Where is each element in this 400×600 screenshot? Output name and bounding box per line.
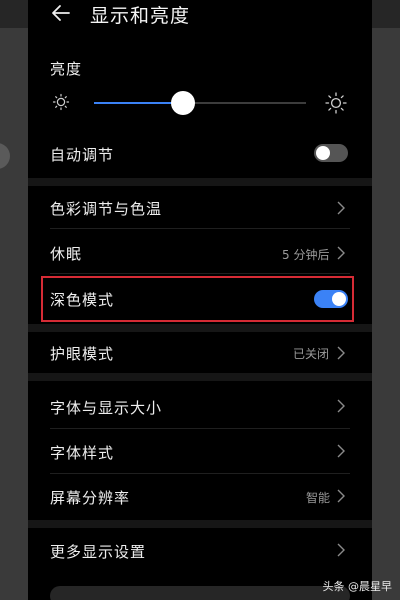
section-gap — [28, 324, 372, 332]
auto-adjust-label: 自动调节 — [50, 146, 115, 164]
back-arrow-icon[interactable] — [50, 2, 72, 24]
more-display-settings-label: 更多显示设置 — [50, 543, 147, 561]
row-divider — [50, 228, 350, 229]
row-divider — [50, 428, 350, 429]
background-right — [372, 0, 400, 600]
sleep-label: 休眠 — [50, 245, 83, 263]
section-gap — [28, 520, 372, 528]
screen-resolution-value: 智能 — [306, 491, 331, 505]
font-display-size-label: 字体与显示大小 — [50, 399, 163, 417]
font-style-label: 字体样式 — [50, 444, 115, 462]
brightness-slider-fill — [94, 102, 184, 104]
row-divider — [50, 273, 350, 274]
background-left-top — [0, 0, 28, 28]
brightness-slider[interactable] — [94, 102, 306, 104]
section-gap — [28, 178, 372, 186]
auto-adjust-toggle[interactable] — [314, 144, 348, 162]
watermark-text: 头条 @晨星早 — [322, 580, 393, 593]
eye-comfort-value: 已关闭 — [293, 347, 330, 361]
bottom-card — [50, 586, 350, 600]
chevron-right-icon — [337, 489, 345, 503]
brightness-low-icon — [52, 93, 70, 111]
chevron-right-icon — [337, 399, 345, 413]
background-left — [0, 0, 28, 600]
background-right-top — [372, 0, 400, 28]
header: 显示和亮度 — [28, 0, 372, 30]
eye-comfort-label: 护眼模式 — [50, 345, 115, 363]
highlight-annotation — [41, 276, 354, 322]
brightness-high-icon — [325, 92, 347, 114]
screen-resolution-label: 屏幕分辨率 — [50, 489, 131, 507]
chevron-right-icon — [337, 444, 345, 458]
sleep-value: 5 分钟后 — [282, 248, 330, 262]
toggle-knob — [316, 146, 330, 160]
chevron-right-icon — [337, 246, 345, 260]
chevron-right-icon — [337, 346, 345, 360]
chevron-right-icon — [337, 543, 345, 557]
background-knob — [0, 143, 10, 169]
page-title: 显示和亮度 — [90, 5, 191, 27]
settings-panel: 显示和亮度 亮度 自动调节 色彩调节与色温 休眠 5 分钟后 深色模式 护眼模式… — [28, 0, 372, 600]
section-gap — [28, 373, 372, 381]
brightness-label: 亮度 — [50, 60, 83, 78]
brightness-slider-thumb[interactable] — [171, 91, 196, 115]
chevron-right-icon — [337, 201, 345, 215]
row-divider — [50, 473, 350, 474]
color-temperature-label: 色彩调节与色温 — [50, 200, 163, 218]
